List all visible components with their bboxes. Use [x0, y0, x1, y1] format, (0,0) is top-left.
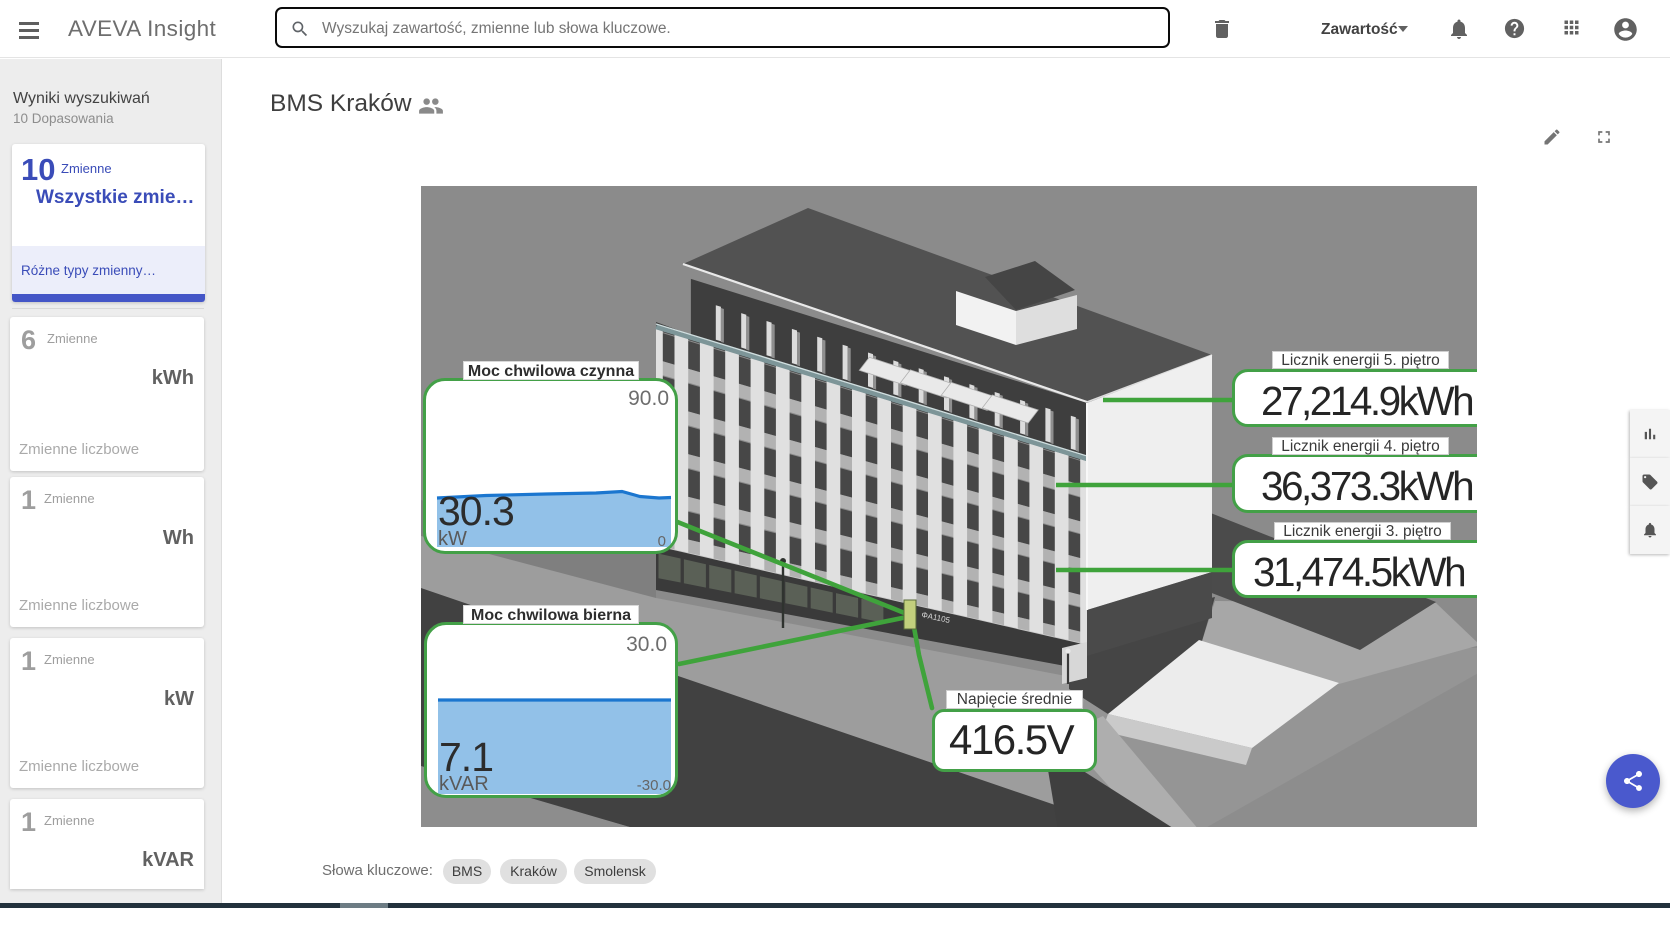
svg-text:kVAR: kVAR [439, 773, 489, 794]
svg-text:-30.0: -30.0 [637, 777, 671, 794]
svg-text:kW: kW [438, 528, 467, 550]
svg-text:30.0: 30.0 [626, 633, 667, 656]
svg-text:90.0: 90.0 [628, 387, 669, 410]
svg-text:0: 0 [658, 533, 666, 550]
